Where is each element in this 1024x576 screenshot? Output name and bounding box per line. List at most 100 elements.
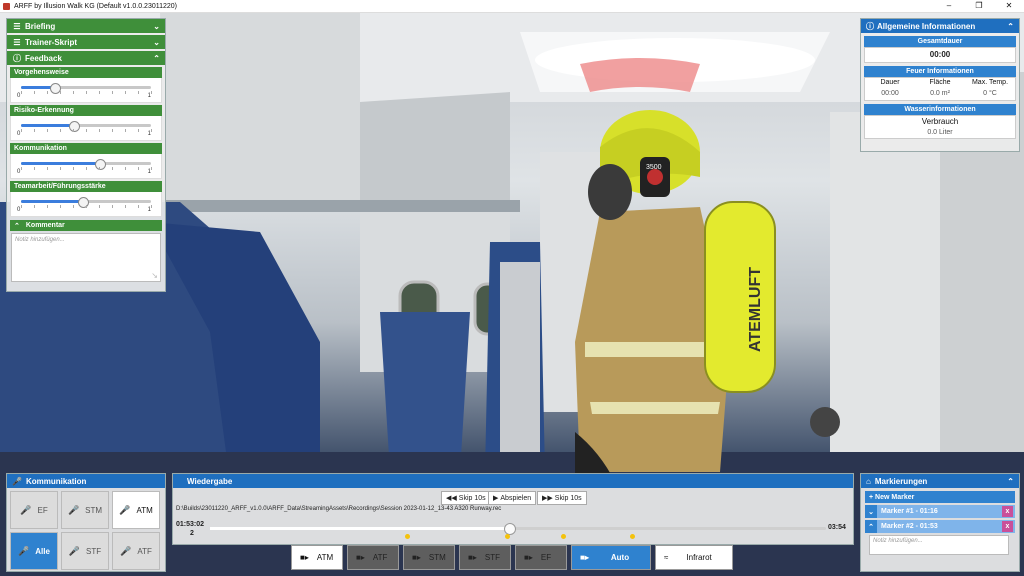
helmet-number: 3500 — [646, 164, 662, 171]
marker-note-input[interactable]: Notiz hinzufügen... — [869, 535, 1009, 555]
close-button[interactable]: ✕ — [994, 0, 1024, 12]
briefing-section-header[interactable]: ☰ Briefing ⌄ — [7, 19, 165, 33]
trainer-script-section-header[interactable]: ☰ Trainer-Skript ⌄ — [7, 35, 165, 49]
camera-label: ATM — [316, 553, 334, 562]
camera-button-ef[interactable]: ■▸ EF — [515, 545, 567, 570]
chevron-up-icon[interactable]: ⌃ — [865, 520, 877, 533]
water-info-header: Wasserinformationen — [864, 104, 1016, 115]
bookmark-icon: ⌂ — [866, 476, 871, 486]
comm-button-all[interactable]: 🎤 Alle — [10, 532, 58, 570]
rating-slider[interactable]: 01 — [10, 154, 162, 179]
timeline-marker[interactable] — [405, 534, 410, 539]
skip-back-label: Skip 10s — [458, 494, 486, 502]
fire-area-value: 0.0 m² — [930, 90, 950, 97]
comment-textarea[interactable]: Notiz hinzufügen... ↘ — [11, 233, 161, 282]
general-info-header[interactable]: ⓘ Allgemeine Informationen ⌃ — [861, 19, 1019, 33]
chevron-up-icon: ⌃ — [1007, 476, 1014, 486]
comm-button-label: ATF — [137, 546, 152, 556]
slider-fill — [21, 200, 83, 203]
slider-ticks — [21, 91, 152, 94]
feedback-section-header[interactable]: ⓘ Feedback ⌃ — [7, 51, 165, 65]
camera-label: Infrarot — [686, 553, 712, 562]
video-camera-icon: ■▸ — [412, 553, 421, 562]
rating-slider[interactable]: 01 — [10, 192, 162, 217]
consumption-label: Verbrauch — [921, 117, 959, 126]
slider-track[interactable] — [21, 83, 151, 94]
marker-label: Marker #2 - 01:53 — [881, 523, 938, 530]
playback-header[interactable]: Wiedergabe — [173, 474, 853, 488]
playback-timeline[interactable] — [210, 523, 826, 535]
comm-button-ef[interactable]: 🎤 EF — [10, 491, 58, 529]
timeline-marker[interactable] — [505, 534, 510, 539]
slider-track[interactable] — [21, 159, 151, 170]
resize-handle-icon[interactable]: ↘ — [151, 271, 158, 280]
play-icon: ▶ — [493, 495, 499, 502]
camera-button-auto[interactable]: ■▸ Auto — [571, 545, 651, 570]
general-info-title: Allgemeine Informationen — [877, 21, 976, 31]
camera-label: ATF — [372, 553, 388, 562]
delete-marker-icon[interactable]: x — [1002, 521, 1013, 532]
minimize-button[interactable]: – — [934, 0, 964, 12]
trainer-script-label: Trainer-Skript — [25, 37, 78, 47]
camera-button-infrared[interactable]: ≈ Infrarot — [655, 545, 733, 570]
briefing-label: Briefing — [25, 21, 56, 31]
new-marker-button[interactable]: + New Marker — [865, 491, 1015, 503]
camera-label: STM — [428, 553, 446, 562]
collapse-icon: ⌃ — [14, 222, 20, 230]
marker-row[interactable]: ⌄ Marker #1 - 01:16 x — [865, 505, 1015, 518]
video-camera-icon: ■▸ — [468, 553, 477, 562]
camera-button-atm[interactable]: ■▸ ATM — [291, 545, 343, 570]
chevron-down-icon: ⌄ — [153, 37, 160, 47]
comm-button-atm[interactable]: 🎤 ATM — [112, 491, 160, 529]
comm-button-stm[interactable]: 🎤 STM — [61, 491, 109, 529]
slider-label: Risiko-Erkennung — [10, 105, 162, 116]
chevron-down-icon: ⌄ — [153, 21, 160, 31]
slider-label: Vorgehensweise — [10, 67, 162, 78]
chevron-down-icon[interactable]: ⌄ — [865, 505, 877, 518]
skip-back-button[interactable]: ◀◀ Skip 10s — [441, 491, 491, 505]
rating-slider[interactable]: 01 — [10, 116, 162, 141]
comment-header[interactable]: ⌃ Kommentar — [10, 220, 162, 231]
slider-track[interactable] — [21, 121, 151, 132]
video-camera-icon: ■▸ — [524, 553, 533, 562]
maximize-button[interactable]: ❐ — [964, 0, 994, 12]
slider-min: 0 — [17, 131, 21, 137]
total-duration-label: Gesamtdauer — [917, 38, 963, 45]
microphone-icon: 🎤 — [20, 504, 32, 515]
comm-button-atf[interactable]: 🎤 ATF — [112, 532, 160, 570]
marker-label: Marker #1 - 01:16 — [881, 508, 938, 515]
water-consumption-box: Verbrauch 0.0 Liter — [864, 115, 1016, 139]
fire-info-header: Feuer Informationen — [864, 66, 1016, 77]
delete-marker-icon[interactable]: x — [1002, 506, 1013, 517]
rating-slider[interactable]: 01 — [10, 78, 162, 103]
slider-track[interactable] — [21, 197, 151, 208]
markers-panel: ⌂ Markierungen ⌃ + New Marker ⌄ Marker #… — [860, 473, 1020, 572]
markers-header[interactable]: ⌂ Markierungen ⌃ — [861, 474, 1019, 488]
video-camera-icon: ■▸ — [300, 553, 309, 562]
microphone-icon: 🎤 — [120, 545, 132, 556]
camera-button-stf[interactable]: ■▸ STF — [459, 545, 511, 570]
marker-row[interactable]: ⌃ Marker #2 - 01:53 x — [865, 520, 1015, 533]
video-camera-icon: ■▸ — [356, 553, 365, 562]
fast-forward-icon: ▶▶ — [542, 495, 553, 502]
comm-button-stf[interactable]: 🎤 STF — [61, 532, 109, 570]
communication-header[interactable]: 🎤 Kommunikation — [7, 474, 165, 488]
camera-button-atf[interactable]: ■▸ ATF — [347, 545, 399, 570]
timeline-marker[interactable] — [630, 534, 635, 539]
play-button[interactable]: ▶ Abspielen — [488, 491, 537, 505]
max-temp-value: 0 °C — [983, 90, 997, 97]
comm-button-label: EF — [37, 505, 48, 515]
skip-forward-button[interactable]: ▶▶ Skip 10s — [537, 491, 587, 505]
camera-button-stm[interactable]: ■▸ STM — [403, 545, 455, 570]
comment-placeholder: Notiz hinzufügen... — [15, 237, 65, 243]
marker-count: 2 — [190, 530, 194, 537]
slider-ticks — [21, 167, 152, 170]
playback-title: Wiedergabe — [187, 476, 233, 486]
slider-min: 0 — [17, 207, 21, 213]
info-icon: ⓘ — [866, 21, 874, 31]
timeline-marker[interactable] — [561, 534, 566, 539]
microphone-icon: 🎤 — [12, 476, 22, 486]
fire-duration-value: 00:00 — [881, 90, 899, 97]
new-marker-label: + New Marker — [869, 493, 915, 501]
comm-button-label: STM — [85, 505, 103, 515]
